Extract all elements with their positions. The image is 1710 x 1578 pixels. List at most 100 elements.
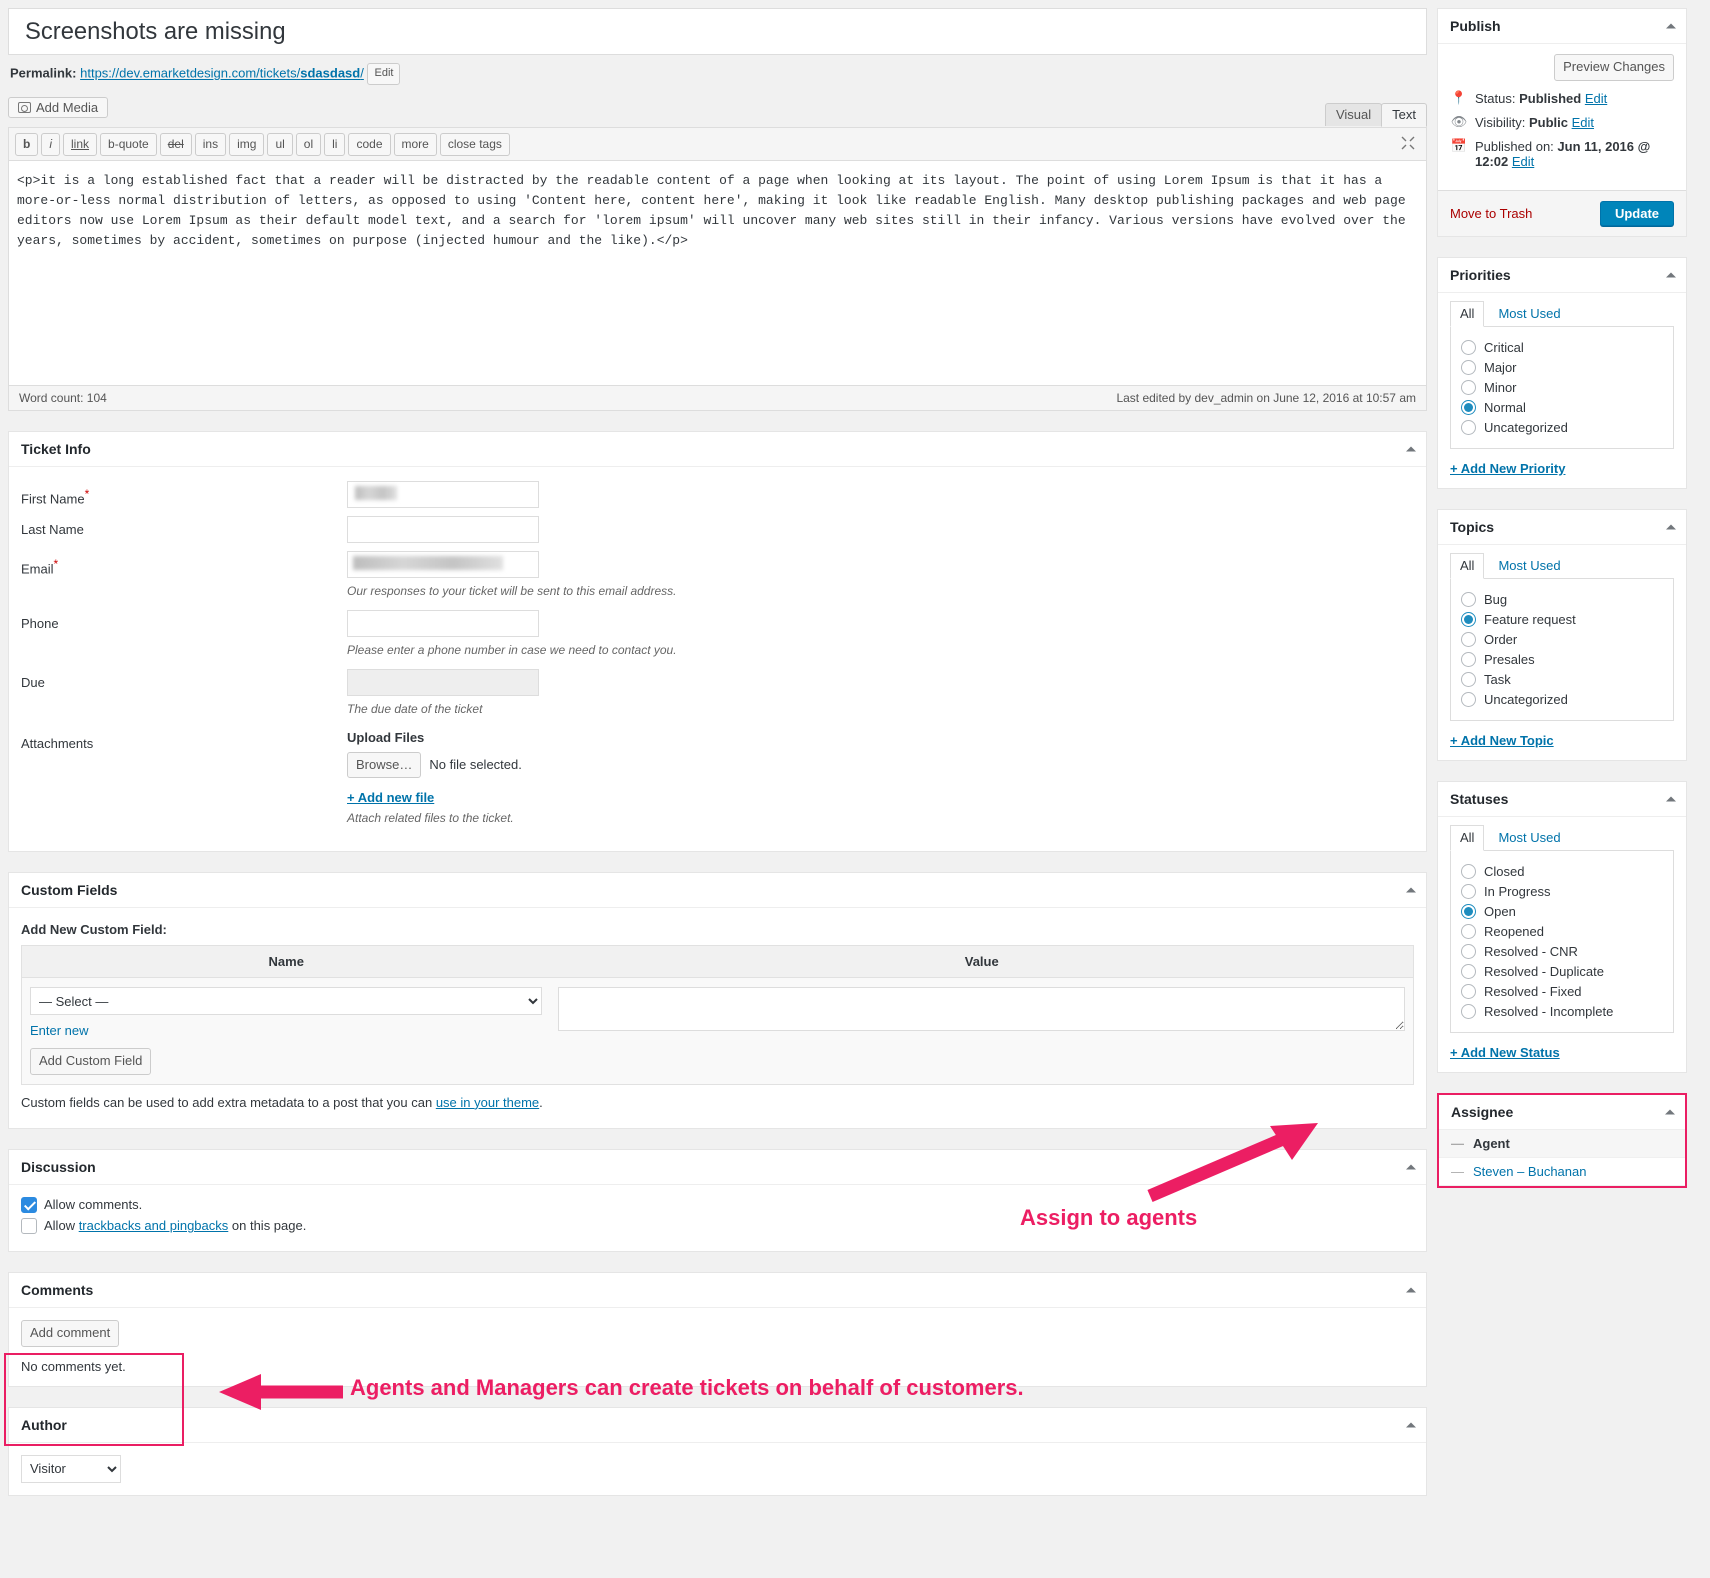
phone-input[interactable]: [347, 610, 539, 637]
add-new-status-link[interactable]: + Add New Status: [1450, 1045, 1674, 1060]
status-resolved-cnr[interactable]: Resolved - CNR: [1461, 944, 1663, 959]
trackbacks-pingbacks-link[interactable]: trackbacks and pingbacks: [79, 1218, 229, 1233]
add-media-button[interactable]: Add Media: [8, 97, 108, 118]
radio-icon[interactable]: [1461, 632, 1476, 647]
update-button[interactable]: Update: [1600, 201, 1674, 226]
fullscreen-icon[interactable]: [1400, 135, 1416, 151]
chevron-up-icon[interactable]: [1406, 1287, 1416, 1292]
quicktag-b[interactable]: b: [15, 133, 38, 155]
tab-statuses-most-used[interactable]: Most Used: [1488, 825, 1570, 851]
ticket-info-header[interactable]: Ticket Info: [9, 432, 1426, 467]
radio-icon-selected[interactable]: [1461, 400, 1476, 415]
priority-minor[interactable]: Minor: [1461, 380, 1663, 395]
statuses-header[interactable]: Statuses: [1438, 782, 1686, 817]
radio-icon[interactable]: [1461, 672, 1476, 687]
topic-uncategorized[interactable]: Uncategorized: [1461, 692, 1663, 707]
priority-critical[interactable]: Critical: [1461, 340, 1663, 355]
priority-normal[interactable]: Normal: [1461, 400, 1663, 415]
quicktag-close-tags[interactable]: close tags: [440, 133, 510, 155]
chevron-up-icon[interactable]: [1406, 1164, 1416, 1169]
topic-bug[interactable]: Bug: [1461, 592, 1663, 607]
browse-button[interactable]: Browse…: [347, 752, 421, 779]
radio-icon[interactable]: [1461, 944, 1476, 959]
author-select[interactable]: Visitor: [21, 1455, 121, 1483]
due-input[interactable]: [347, 669, 539, 696]
chevron-up-icon[interactable]: [1406, 888, 1416, 893]
add-new-priority-link[interactable]: + Add New Priority: [1450, 461, 1674, 476]
comments-header[interactable]: Comments: [9, 1273, 1426, 1308]
topic-feature-request[interactable]: Feature request: [1461, 612, 1663, 627]
quicktag-i[interactable]: i: [41, 133, 60, 155]
add-custom-field-button[interactable]: Add Custom Field: [30, 1048, 151, 1075]
radio-icon[interactable]: [1461, 692, 1476, 707]
content-textarea[interactable]: <p>it is a long established fact that a …: [9, 161, 1426, 385]
radio-icon-selected[interactable]: [1461, 904, 1476, 919]
priority-uncategorized[interactable]: Uncategorized: [1461, 420, 1663, 435]
chevron-up-icon[interactable]: [1666, 796, 1676, 801]
status-resolved-incomplete[interactable]: Resolved - Incomplete: [1461, 1004, 1663, 1019]
published-edit-link[interactable]: Edit: [1512, 154, 1534, 169]
use-in-your-theme-link[interactable]: use in your theme: [436, 1095, 539, 1110]
topic-order[interactable]: Order: [1461, 632, 1663, 647]
radio-icon[interactable]: [1461, 864, 1476, 879]
tab-topics-most-used[interactable]: Most Used: [1488, 553, 1570, 579]
last-name-input[interactable]: [347, 516, 539, 543]
add-new-file-link[interactable]: + Add new file: [347, 790, 434, 805]
radio-icon[interactable]: [1461, 964, 1476, 979]
visibility-edit-link[interactable]: Edit: [1572, 115, 1594, 130]
quicktag-code[interactable]: code: [348, 133, 390, 155]
quicktag-img[interactable]: img: [229, 133, 264, 155]
custom-field-name-select[interactable]: — Select —: [30, 987, 542, 1015]
custom-fields-header[interactable]: Custom Fields: [9, 873, 1426, 908]
allow-comments-checkbox[interactable]: [21, 1197, 37, 1213]
topics-header[interactable]: Topics: [1438, 510, 1686, 545]
assignee-name-link[interactable]: Steven – Buchanan: [1473, 1164, 1586, 1179]
tab-statuses-all[interactable]: All: [1450, 825, 1484, 851]
move-to-trash-link[interactable]: Move to Trash: [1450, 206, 1532, 221]
chevron-up-icon[interactable]: [1406, 1422, 1416, 1427]
chevron-up-icon[interactable]: [1666, 272, 1676, 277]
radio-icon[interactable]: [1461, 884, 1476, 899]
status-reopened[interactable]: Reopened: [1461, 924, 1663, 939]
chevron-up-icon[interactable]: [1406, 446, 1416, 451]
tab-text[interactable]: Text: [1381, 103, 1427, 127]
radio-icon[interactable]: [1461, 380, 1476, 395]
status-closed[interactable]: Closed: [1461, 864, 1663, 879]
quicktag-li[interactable]: li: [324, 133, 345, 155]
status-open[interactable]: Open: [1461, 904, 1663, 919]
publish-header[interactable]: Publish: [1438, 9, 1686, 44]
radio-icon[interactable]: [1461, 652, 1476, 667]
radio-icon[interactable]: [1461, 360, 1476, 375]
quicktag-more[interactable]: more: [394, 133, 437, 155]
radio-icon[interactable]: [1461, 340, 1476, 355]
tab-priorities-all[interactable]: All: [1450, 301, 1484, 327]
quicktag-ins[interactable]: ins: [195, 133, 226, 155]
quicktag-ol[interactable]: ol: [296, 133, 321, 155]
enter-new-link[interactable]: Enter new: [30, 1023, 89, 1038]
quicktag-bquote[interactable]: b-quote: [100, 133, 157, 155]
quicktag-ul[interactable]: ul: [267, 133, 292, 155]
status-resolved-fixed[interactable]: Resolved - Fixed: [1461, 984, 1663, 999]
radio-icon[interactable]: [1461, 592, 1476, 607]
post-title-input[interactable]: [17, 12, 1418, 51]
topic-presales[interactable]: Presales: [1461, 652, 1663, 667]
allow-pings-checkbox[interactable]: [21, 1218, 37, 1234]
edit-permalink-button[interactable]: Edit: [367, 63, 400, 85]
status-edit-link[interactable]: Edit: [1585, 91, 1607, 106]
custom-field-value-textarea[interactable]: [558, 987, 1405, 1031]
chevron-up-icon[interactable]: [1665, 1109, 1675, 1114]
preview-changes-button[interactable]: Preview Changes: [1554, 54, 1674, 81]
status-resolved-duplicate[interactable]: Resolved - Duplicate: [1461, 964, 1663, 979]
priority-major[interactable]: Major: [1461, 360, 1663, 375]
quicktag-link[interactable]: link: [63, 133, 97, 155]
tab-priorities-most-used[interactable]: Most Used: [1488, 301, 1570, 327]
priorities-header[interactable]: Priorities: [1438, 258, 1686, 293]
quicktag-del[interactable]: del: [160, 133, 192, 155]
assignee-header[interactable]: Assignee: [1439, 1095, 1685, 1130]
chevron-up-icon[interactable]: [1666, 524, 1676, 529]
allow-pings-row[interactable]: Allow trackbacks and pingbacks on this p…: [21, 1218, 1414, 1234]
list-item[interactable]: — Steven – Buchanan: [1439, 1158, 1685, 1186]
topic-task[interactable]: Task: [1461, 672, 1663, 687]
radio-icon-selected[interactable]: [1461, 612, 1476, 627]
radio-icon[interactable]: [1461, 420, 1476, 435]
